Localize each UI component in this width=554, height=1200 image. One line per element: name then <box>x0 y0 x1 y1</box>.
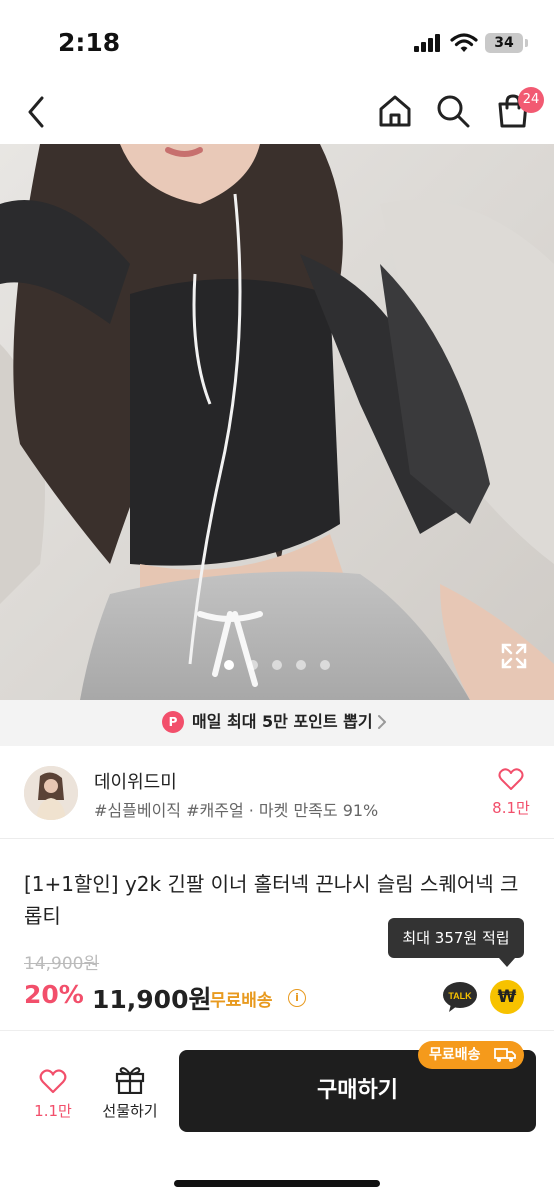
kakao-pay-icon[interactable]: ₩ <box>490 980 524 1014</box>
info-icon[interactable]: i <box>288 989 306 1007</box>
home-indicator <box>174 1180 380 1187</box>
wifi-icon <box>450 33 478 52</box>
pagination-dot[interactable] <box>224 660 234 670</box>
free-shipping-label: 무료배송 <box>210 991 273 1011</box>
discount-rate: 20% <box>24 980 84 1009</box>
pagination-dot[interactable] <box>320 660 330 670</box>
signal-icon <box>414 34 442 52</box>
product-page: 2:18 34 24 P 매일 최대 5만 포인트 뽑기 데이위드미 #심플베이… <box>0 0 554 1200</box>
heart-icon[interactable] <box>39 1068 67 1094</box>
battery-icon: 34 <box>485 33 523 53</box>
original-price: 14,900원 <box>24 954 100 974</box>
gift-button-label[interactable]: 선물하기 <box>96 1100 164 1121</box>
like-count: 1.1만 <box>34 1102 72 1120</box>
seller-info[interactable] <box>0 746 554 838</box>
search-icon[interactable] <box>434 92 472 130</box>
tooltip-arrow <box>499 958 515 967</box>
svg-text:TALK: TALK <box>448 991 472 1001</box>
seller-name[interactable]: 데이위드미 <box>94 768 177 794</box>
seller-like-count: 8.1만 <box>492 799 530 817</box>
status-time: 2:18 <box>58 28 121 57</box>
seller-avatar[interactable] <box>24 766 78 820</box>
battery-cap <box>525 39 528 47</box>
pagination-dot[interactable] <box>248 660 258 670</box>
back-icon[interactable] <box>22 92 52 132</box>
gift-icon[interactable] <box>114 1064 146 1094</box>
product-photo <box>0 144 554 700</box>
product-image[interactable] <box>0 144 554 700</box>
truck-icon <box>494 1048 516 1062</box>
point-banner-text[interactable]: 매일 최대 5만 포인트 뽑기 <box>192 711 373 733</box>
chevron-right-icon <box>378 715 386 729</box>
pagination-dot[interactable] <box>272 660 282 670</box>
status-bar: 2:18 34 <box>0 0 554 80</box>
kakao-talk-icon[interactable]: TALK <box>442 981 478 1013</box>
pagination-dot[interactable] <box>296 660 306 670</box>
divider <box>0 838 554 839</box>
expand-icon[interactable] <box>500 642 528 670</box>
battery-level: 34 <box>494 35 514 51</box>
seller-tags: #심플베이직 #캐주얼 · 마켓 만족도 91% <box>94 801 379 820</box>
point-badge-icon: P <box>162 711 184 733</box>
sale-price: 11,900원 <box>92 985 212 1014</box>
cart-count-badge: 24 <box>518 87 544 113</box>
home-icon[interactable] <box>376 92 414 130</box>
gallery-pagination <box>0 656 554 676</box>
top-nav <box>0 80 554 144</box>
heart-icon[interactable] <box>498 767 524 791</box>
reward-tooltip: 최대 357원 적립 <box>388 918 524 958</box>
